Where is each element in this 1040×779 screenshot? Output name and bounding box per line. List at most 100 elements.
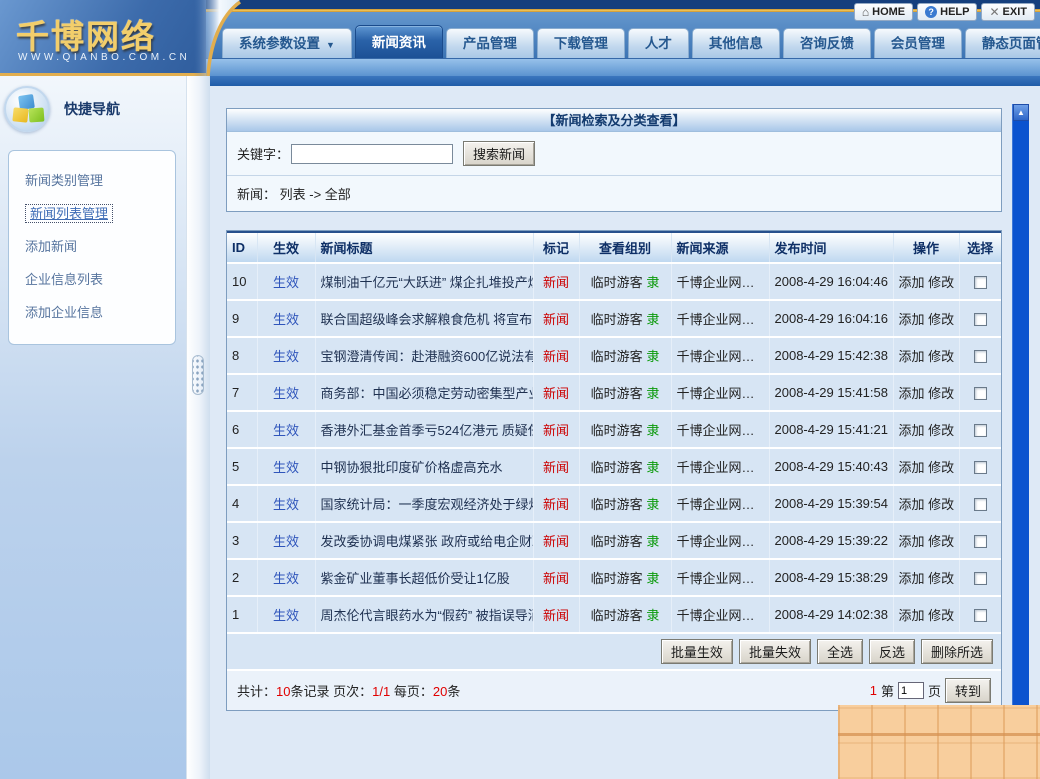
group-link[interactable]: 隶 — [646, 349, 659, 364]
news-title-link[interactable]: 国家统计局：一季度宏观经济处于绿灯区 — [321, 497, 534, 512]
action-edit-link[interactable]: 修改 — [928, 460, 954, 475]
row-checkbox[interactable] — [974, 424, 987, 437]
row-checkbox[interactable] — [974, 572, 987, 585]
status-link[interactable]: 生效 — [273, 312, 299, 327]
action-add-link[interactable]: 添加 — [899, 423, 925, 438]
row-checkbox[interactable] — [974, 313, 987, 326]
quick-link-help[interactable]: ?HELP — [917, 3, 977, 21]
cell-group: 临时游客 隶 — [579, 263, 671, 300]
status-link[interactable]: 生效 — [273, 460, 299, 475]
action-add-link[interactable]: 添加 — [899, 275, 925, 290]
news-title-link[interactable]: 煤制油千亿元“大跃进” 煤企扎堆投产煤… — [321, 275, 534, 290]
action-edit-link[interactable]: 修改 — [928, 423, 954, 438]
news-title-link[interactable]: 宝钢澄清传闻：赴港融资600亿说法有误 — [321, 349, 534, 364]
news-path-link[interactable]: 列表 -> 全部 — [280, 187, 351, 202]
nav-tab[interactable]: 产品管理 — [446, 28, 534, 58]
action-add-link[interactable]: 添加 — [899, 312, 925, 327]
group-link[interactable]: 隶 — [646, 571, 659, 586]
sidebar-splitter[interactable] — [186, 76, 210, 779]
status-link[interactable]: 生效 — [273, 275, 299, 290]
nav-tab[interactable]: 会员管理 — [874, 28, 962, 58]
row-checkbox[interactable] — [974, 350, 987, 363]
status-link[interactable]: 生效 — [273, 423, 299, 438]
nav-tab[interactable]: 静态页面管理 — [965, 28, 1040, 58]
group-link[interactable]: 隶 — [646, 312, 659, 327]
nav-tab[interactable]: 咨询反馈 — [783, 28, 871, 58]
cell-time: 2008-4-29 15:39:22 — [769, 522, 893, 559]
news-title-link[interactable]: 紫金矿业董事长超低价受让1亿股 — [321, 571, 510, 586]
sidebar-item[interactable]: 添加新闻 — [9, 229, 175, 262]
news-title-link[interactable]: 周杰伦代言眼药水为“假药” 被指误导消… — [321, 608, 534, 623]
keyword-input[interactable] — [291, 144, 453, 164]
status-link[interactable]: 生效 — [273, 608, 299, 623]
status-link[interactable]: 生效 — [273, 571, 299, 586]
group-link[interactable]: 隶 — [646, 460, 659, 475]
batch-button[interactable]: 批量生效 — [661, 639, 733, 664]
nav-tab[interactable]: 下载管理 — [537, 28, 625, 58]
cell-time: 2008-4-29 15:40:43 — [769, 448, 893, 485]
sidebar-item[interactable]: 企业信息列表 — [9, 262, 175, 295]
action-edit-link[interactable]: 修改 — [928, 275, 954, 290]
news-title-link[interactable]: 发改委协调电煤紧张 政府或给电企财政补贴 — [321, 534, 534, 549]
row-checkbox[interactable] — [974, 461, 987, 474]
batch-button[interactable]: 批量失效 — [739, 639, 811, 664]
action-edit-link[interactable]: 修改 — [928, 608, 954, 623]
column-header: 操作 — [893, 232, 959, 263]
row-checkbox[interactable] — [974, 535, 987, 548]
status-link[interactable]: 生效 — [273, 534, 299, 549]
status-link[interactable]: 生效 — [273, 349, 299, 364]
vertical-scrollbar[interactable]: ▲ — [1012, 104, 1029, 779]
nav-tab[interactable]: 新闻资讯 — [355, 25, 443, 58]
group-link[interactable]: 隶 — [646, 423, 659, 438]
news-title-link[interactable]: 联合国超级峰会求解粮食危机 将宣布多项… — [321, 312, 534, 327]
action-add-link[interactable]: 添加 — [899, 608, 925, 623]
row-checkbox[interactable] — [974, 276, 987, 289]
action-add-link[interactable]: 添加 — [899, 497, 925, 512]
action-add-link[interactable]: 添加 — [899, 349, 925, 364]
group-link[interactable]: 隶 — [646, 534, 659, 549]
group-link[interactable]: 隶 — [646, 386, 659, 401]
row-checkbox[interactable] — [974, 387, 987, 400]
news-title-link[interactable]: 中钢协狠批印度矿价格虚高充水 — [321, 460, 503, 475]
quick-link-exit[interactable]: ✕EXIT — [981, 3, 1035, 21]
group-link[interactable]: 隶 — [646, 497, 659, 512]
action-add-link[interactable]: 添加 — [899, 571, 925, 586]
status-link[interactable]: 生效 — [273, 497, 299, 512]
quick-link-home[interactable]: ⌂HOME — [854, 3, 913, 21]
nav-tab[interactable]: 人才 — [628, 28, 689, 58]
main-top-strip — [210, 76, 1040, 86]
batch-button[interactable]: 全选 — [817, 639, 863, 664]
action-edit-link[interactable]: 修改 — [928, 312, 954, 327]
action-edit-link[interactable]: 修改 — [928, 386, 954, 401]
group-link[interactable]: 隶 — [646, 275, 659, 290]
splitter-grip-handle[interactable] — [192, 355, 204, 395]
search-news-button[interactable]: 搜索新闻 — [463, 141, 535, 166]
nav-tab[interactable]: 其他信息 — [692, 28, 780, 58]
scroll-up-button[interactable]: ▲ — [1013, 104, 1029, 121]
sidebar-item[interactable]: 新闻列表管理 — [9, 196, 175, 229]
status-link[interactable]: 生效 — [273, 386, 299, 401]
news-title-link[interactable]: 香港外汇基金首季亏524亿港元 质疑任志刚… — [321, 423, 534, 438]
current-page-number[interactable]: 1 — [870, 683, 877, 698]
group-link[interactable]: 隶 — [646, 608, 659, 623]
goto-page-input[interactable] — [898, 682, 924, 699]
news-title-link[interactable]: 商务部：中国必须稳定劳动密集型产业出口 — [321, 386, 534, 401]
sidebar-item[interactable]: 新闻类别管理 — [9, 163, 175, 196]
action-edit-link[interactable]: 修改 — [928, 534, 954, 549]
nav-tab[interactable]: 系统参数设置▼ — [222, 28, 352, 58]
main-content: ▲ 【新闻检索及分类查看】 关键字： 搜索新闻 新闻： 列表 -> 全部 — [210, 76, 1040, 779]
action-add-link[interactable]: 添加 — [899, 460, 925, 475]
row-checkbox[interactable] — [974, 609, 987, 622]
action-edit-link[interactable]: 修改 — [928, 349, 954, 364]
action-edit-link[interactable]: 修改 — [928, 571, 954, 586]
goto-button[interactable]: 转到 — [945, 678, 991, 703]
sidebar-item[interactable]: 添加企业信息 — [9, 295, 175, 328]
batch-button[interactable]: 删除所选 — [921, 639, 993, 664]
action-add-link[interactable]: 添加 — [899, 534, 925, 549]
row-checkbox[interactable] — [974, 498, 987, 511]
action-edit-link[interactable]: 修改 — [928, 497, 954, 512]
batch-button[interactable]: 反选 — [869, 639, 915, 664]
cell-tag: 新闻 — [533, 374, 579, 411]
cell-tag: 新闻 — [533, 485, 579, 522]
action-add-link[interactable]: 添加 — [899, 386, 925, 401]
